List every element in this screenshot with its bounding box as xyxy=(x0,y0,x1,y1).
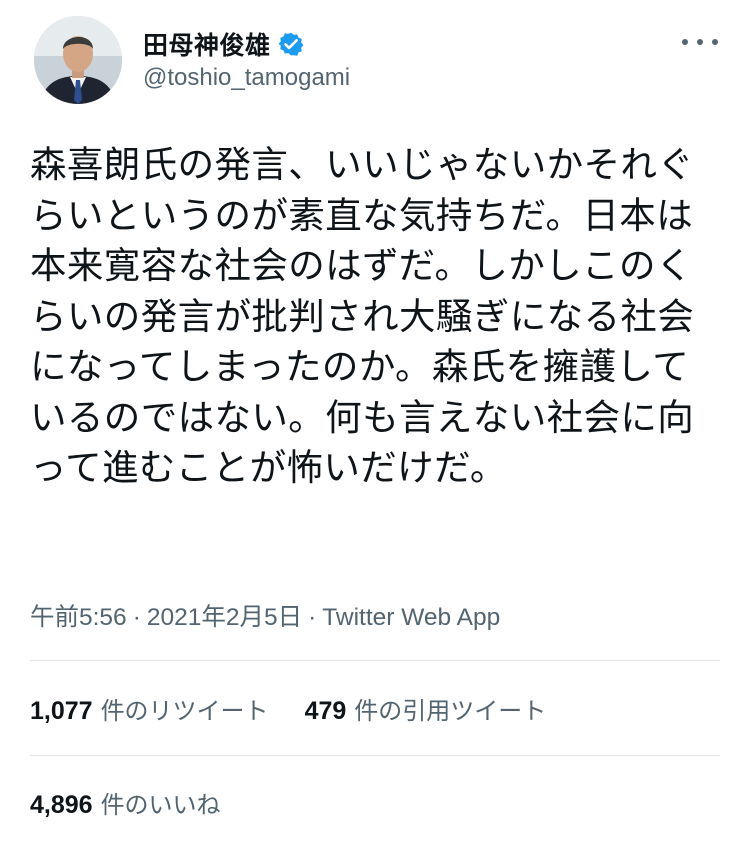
likes-row: 4,896 件のいいね xyxy=(30,782,257,822)
author-name-row: 田母神俊雄 xyxy=(143,26,304,62)
more-dot xyxy=(682,39,688,45)
retweets-label: 件のリツイート xyxy=(100,696,269,725)
avatar[interactable] xyxy=(34,16,122,104)
tweet-header: 田母神俊雄 @toshio_tamogami xyxy=(0,0,750,120)
quotes-stat[interactable]: 479 件の引用ツイート xyxy=(305,691,547,726)
more-horizontal-icon[interactable] xyxy=(682,30,718,54)
retweets-count: 1,077 xyxy=(30,696,93,725)
tweet-source[interactable]: Twitter Web App xyxy=(322,604,500,631)
likes-count: 4,896 xyxy=(30,790,93,819)
retweets-stat[interactable]: 1,077 件のリツイート xyxy=(30,691,269,726)
quotes-count: 479 xyxy=(304,696,347,725)
divider xyxy=(30,660,720,661)
verified-badge-icon xyxy=(278,31,304,57)
stats-row: 1,077 件のリツイート 479 件の引用ツイート xyxy=(30,688,582,728)
quotes-label: 件の引用ツイート xyxy=(354,696,547,725)
more-dot xyxy=(697,39,703,45)
divider xyxy=(30,755,720,756)
meta-separator: · xyxy=(132,604,141,631)
author-handle[interactable]: @toshio_tamogami xyxy=(143,64,350,92)
tweet-meta: 午前5:56 · 2021年2月5日 · Twitter Web App xyxy=(30,598,500,633)
tweet-text: 森喜朗氏の発言、いいじゃないかそれぐらいというのが素直な気持ちだ。日本は本来寛容… xyxy=(30,143,695,489)
author-display-name[interactable]: 田母神俊雄 xyxy=(143,26,271,62)
tweet-time[interactable]: 午前5:56 xyxy=(30,604,127,631)
likes-stat[interactable]: 4,896 件のいいね xyxy=(30,785,221,820)
tweet-date[interactable]: 2021年2月5日 xyxy=(147,604,302,631)
likes-label: 件のいいね xyxy=(100,790,221,819)
meta-separator: · xyxy=(308,604,317,631)
avatar-portrait-icon xyxy=(34,16,122,104)
more-dot xyxy=(712,39,718,45)
